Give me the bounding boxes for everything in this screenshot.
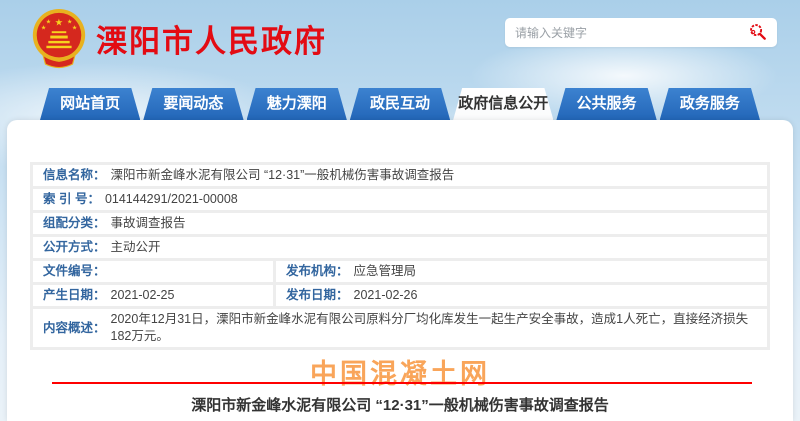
published-date-label: 发布日期： — [286, 287, 349, 304]
name-value: 溧阳市新金峰水泥有限公司 “12·31”一般机械伤害事故调查报告 — [111, 167, 455, 184]
publisher-value: 应急管理局 — [354, 263, 417, 280]
tab-charm-liyang[interactable]: 魅力溧阳 — [247, 88, 347, 120]
created-date-label: 产生日期： — [43, 287, 106, 304]
main-nav: 网站首页 要闻动态 魅力溧阳 政民互动 政府信息公开 公共服务 政务服务 — [0, 88, 800, 120]
index-value: 014144291/2021-00008 — [105, 191, 238, 208]
watermark-text: 中国混凝土网 — [7, 352, 793, 391]
category-value: 事故调查报告 — [111, 215, 186, 232]
publisher-label: 发布机构： — [286, 263, 349, 280]
tab-public-service[interactable]: 公共服务 — [556, 88, 656, 120]
table-row-name: 信息名称： 溧阳市新金峰水泥有限公司 “12·31”一般机械伤害事故调查报告 — [33, 165, 767, 186]
table-row-dates: 产生日期： 2021-02-25 发布日期： 2021-02-26 — [33, 285, 767, 306]
index-label: 索 引 号： — [43, 191, 100, 208]
table-row-index: 索 引 号： 014144291/2021-00008 — [33, 189, 767, 210]
red-divider-line — [52, 382, 752, 384]
search-icon — [748, 22, 767, 44]
svg-text:★: ★ — [55, 17, 64, 28]
national-emblem-icon: ★ ★ ★ ★ ★ — [28, 6, 90, 70]
summary-label: 内容概述： — [43, 320, 106, 337]
cell-summary: 内容概述： 2020年12月31日，溧阳市新金峰水泥有限公司原料分厂均化库发生一… — [33, 309, 767, 347]
search-button[interactable] — [747, 23, 767, 43]
tab-home[interactable]: 网站首页 — [40, 88, 140, 120]
search-box — [505, 18, 777, 47]
svg-text:★: ★ — [72, 24, 77, 31]
created-date-value: 2021-02-25 — [111, 287, 175, 304]
site-header: ★ ★ ★ ★ ★ 溧阳市人民政府 — [0, 0, 800, 88]
tab-public-interaction[interactable]: 政民互动 — [350, 88, 450, 120]
published-date-value: 2021-02-26 — [354, 287, 418, 304]
doc-no-label: 文件编号： — [43, 263, 106, 280]
table-row-docno-publisher: 文件编号： 发布机构： 应急管理局 — [33, 261, 767, 282]
cell-publisher: 发布机构： 应急管理局 — [276, 261, 767, 282]
cell-index: 索 引 号： 014144291/2021-00008 — [33, 189, 767, 210]
cell-created-date: 产生日期： 2021-02-25 — [33, 285, 273, 306]
info-table: 信息名称： 溧阳市新金峰水泥有限公司 “12·31”一般机械伤害事故调查报告 索… — [30, 162, 770, 350]
site-title: 溧阳市人民政府 — [96, 16, 327, 61]
tab-home-label: 网站首页 — [60, 95, 120, 112]
article-title: 溧阳市新金峰水泥有限公司 “12·31”一般机械伤害事故调查报告 — [7, 394, 793, 415]
cell-published-date: 发布日期： 2021-02-26 — [276, 285, 767, 306]
svg-text:★: ★ — [46, 18, 51, 25]
tab-news[interactable]: 要闻动态 — [143, 88, 243, 120]
tab-news-label: 要闻动态 — [163, 95, 223, 112]
tab-gov-service[interactable]: 政务服务 — [660, 88, 760, 120]
tab-gov-service-label: 政务服务 — [680, 95, 740, 112]
table-row-category: 组配分类： 事故调查报告 — [33, 213, 767, 234]
tab-public-service-label: 公共服务 — [577, 95, 637, 112]
category-label: 组配分类： — [43, 215, 106, 232]
cell-method: 公开方式： 主动公开 — [33, 237, 767, 258]
svg-text:★: ★ — [41, 24, 46, 31]
content-panel: 信息名称： 溧阳市新金峰水泥有限公司 “12·31”一般机械伤害事故调查报告 索… — [7, 120, 793, 421]
name-label: 信息名称： — [43, 167, 106, 184]
table-row-summary: 内容概述： 2020年12月31日，溧阳市新金峰水泥有限公司原料分厂均化库发生一… — [33, 309, 767, 347]
cell-doc-no: 文件编号： — [33, 261, 273, 282]
cell-name: 信息名称： 溧阳市新金峰水泥有限公司 “12·31”一般机械伤害事故调查报告 — [33, 165, 767, 186]
method-value: 主动公开 — [111, 239, 161, 256]
page: ★ ★ ★ ★ ★ 溧阳市人民政府 — [0, 0, 800, 421]
tab-public-interaction-label: 政民互动 — [370, 95, 430, 112]
search-input[interactable] — [515, 26, 747, 40]
summary-value: 2020年12月31日，溧阳市新金峰水泥有限公司原料分厂均化库发生一起生产安全事… — [111, 311, 757, 345]
tab-charm-liyang-label: 魅力溧阳 — [267, 95, 327, 112]
tab-info-disclosure-label: 政府信息公开 — [458, 95, 548, 112]
method-label: 公开方式： — [43, 239, 106, 256]
tab-info-disclosure[interactable]: 政府信息公开 — [453, 88, 553, 120]
table-row-method: 公开方式： 主动公开 — [33, 237, 767, 258]
cell-category: 组配分类： 事故调查报告 — [33, 213, 767, 234]
